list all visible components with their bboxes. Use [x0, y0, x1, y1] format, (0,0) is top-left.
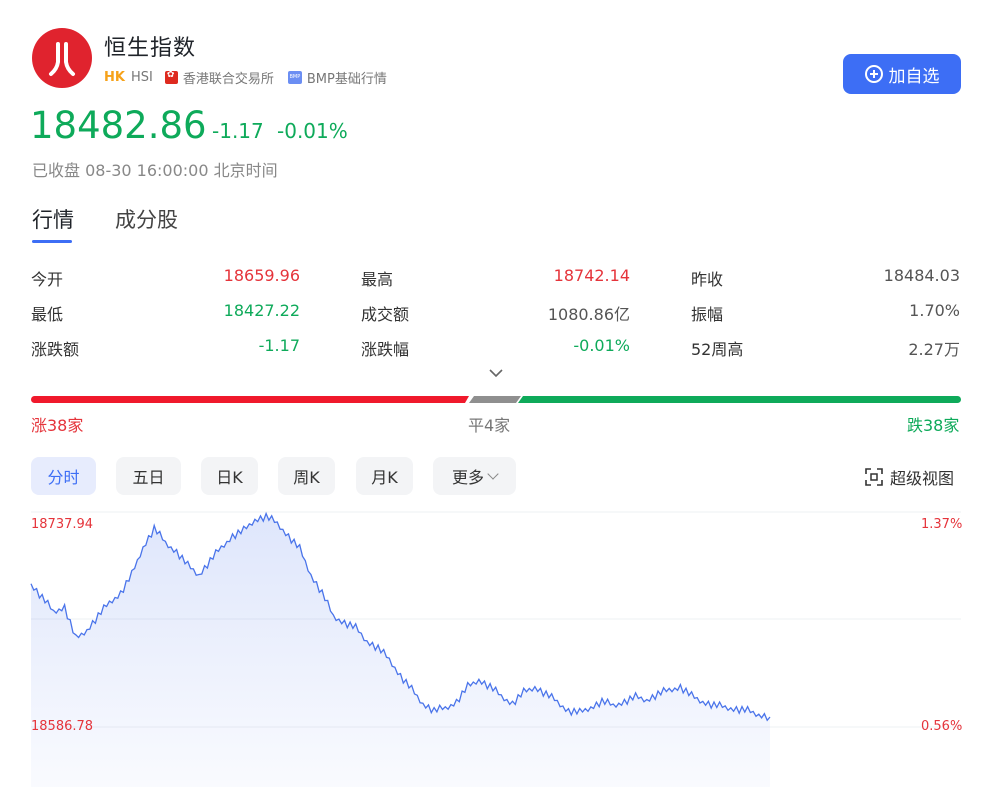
pct-axis-high-label: 1.37%	[921, 517, 963, 532]
stat-label: 涨跌幅	[361, 340, 410, 359]
intraday-chart[interactable]	[0, 500, 992, 787]
period-monthly-k[interactable]: 月K	[356, 457, 413, 495]
stat-label: 成交额	[361, 305, 410, 324]
flat-count: 平4家	[468, 416, 511, 435]
period-weekly-k[interactable]: 周K	[278, 457, 335, 495]
index-title: 恒生指数	[104, 36, 197, 61]
stat-value: 18742.14	[553, 266, 630, 285]
period-more[interactable]: 更多	[433, 457, 516, 495]
add-watchlist-label: 加自选	[888, 66, 940, 87]
stat-label: 最低	[31, 305, 64, 324]
stat-value: -1.17	[258, 336, 300, 355]
fall-bar	[518, 396, 961, 403]
market-tag: HK	[104, 70, 125, 85]
stat-value: 18659.96	[223, 266, 300, 285]
period-5day[interactable]: 五日	[116, 457, 181, 495]
stat-label: 昨收	[691, 270, 724, 289]
active-tab-indicator	[32, 240, 72, 243]
stat-label: 52周高	[691, 340, 744, 359]
super-view-label: 超级视图	[890, 469, 955, 488]
stat-value: 18484.03	[883, 266, 960, 285]
rise-count: 涨38家	[31, 416, 84, 435]
hk-flag-icon	[164, 70, 178, 84]
feed-name: BMP基础行情	[306, 72, 387, 87]
y-axis-high-label: 18737.94	[31, 517, 94, 532]
chevron-down-icon	[487, 467, 499, 480]
period-daily-k[interactable]: 日K	[201, 457, 258, 495]
plus-circle-icon	[864, 65, 883, 83]
price-change-pct: -0.01%	[277, 119, 348, 143]
tab-constituents[interactable]: 成分股	[115, 204, 178, 234]
fullscreen-icon	[865, 468, 883, 486]
rise-bar	[31, 396, 469, 403]
super-view-button[interactable]: 超级视图	[864, 465, 954, 489]
stat-value: 1080.86亿	[547, 305, 630, 324]
add-watchlist-button[interactable]: 加自选	[843, 54, 961, 94]
stat-value: -0.01%	[573, 336, 630, 355]
bmp-icon: BMP	[287, 71, 302, 84]
y-axis-mid-label: 18586.78	[31, 719, 94, 734]
stat-value: 1.70%	[909, 301, 960, 320]
stat-label: 最高	[361, 270, 394, 289]
period-more-label: 更多	[451, 468, 484, 487]
market-status: 已收盘 08-30 16:00:00 北京时间	[32, 161, 278, 180]
index-meta: HK HSI 香港联合交易所 BMP BMP基础行情	[104, 68, 387, 87]
stat-label: 涨跌额	[31, 340, 80, 359]
index-code: HSI	[130, 70, 153, 85]
flat-bar	[469, 396, 521, 403]
logo-mark-icon	[49, 42, 75, 76]
price-change: -1.17	[212, 119, 264, 143]
pct-axis-mid-label: 0.56%	[921, 719, 963, 734]
index-logo	[32, 28, 92, 88]
exchange-name: 香港联合交易所	[182, 72, 274, 87]
stat-value: 2.27万	[908, 340, 960, 359]
price-area	[31, 513, 770, 787]
fall-count: 跌38家	[907, 416, 960, 435]
stat-label: 今开	[31, 270, 64, 289]
stat-label: 振幅	[691, 305, 724, 324]
last-price: 18482.86	[30, 104, 207, 147]
tab-market[interactable]: 行情	[32, 204, 74, 234]
expand-chevron-icon[interactable]	[487, 366, 505, 380]
stat-value: 18427.22	[223, 301, 300, 320]
period-intraday[interactable]: 分时	[31, 457, 96, 495]
